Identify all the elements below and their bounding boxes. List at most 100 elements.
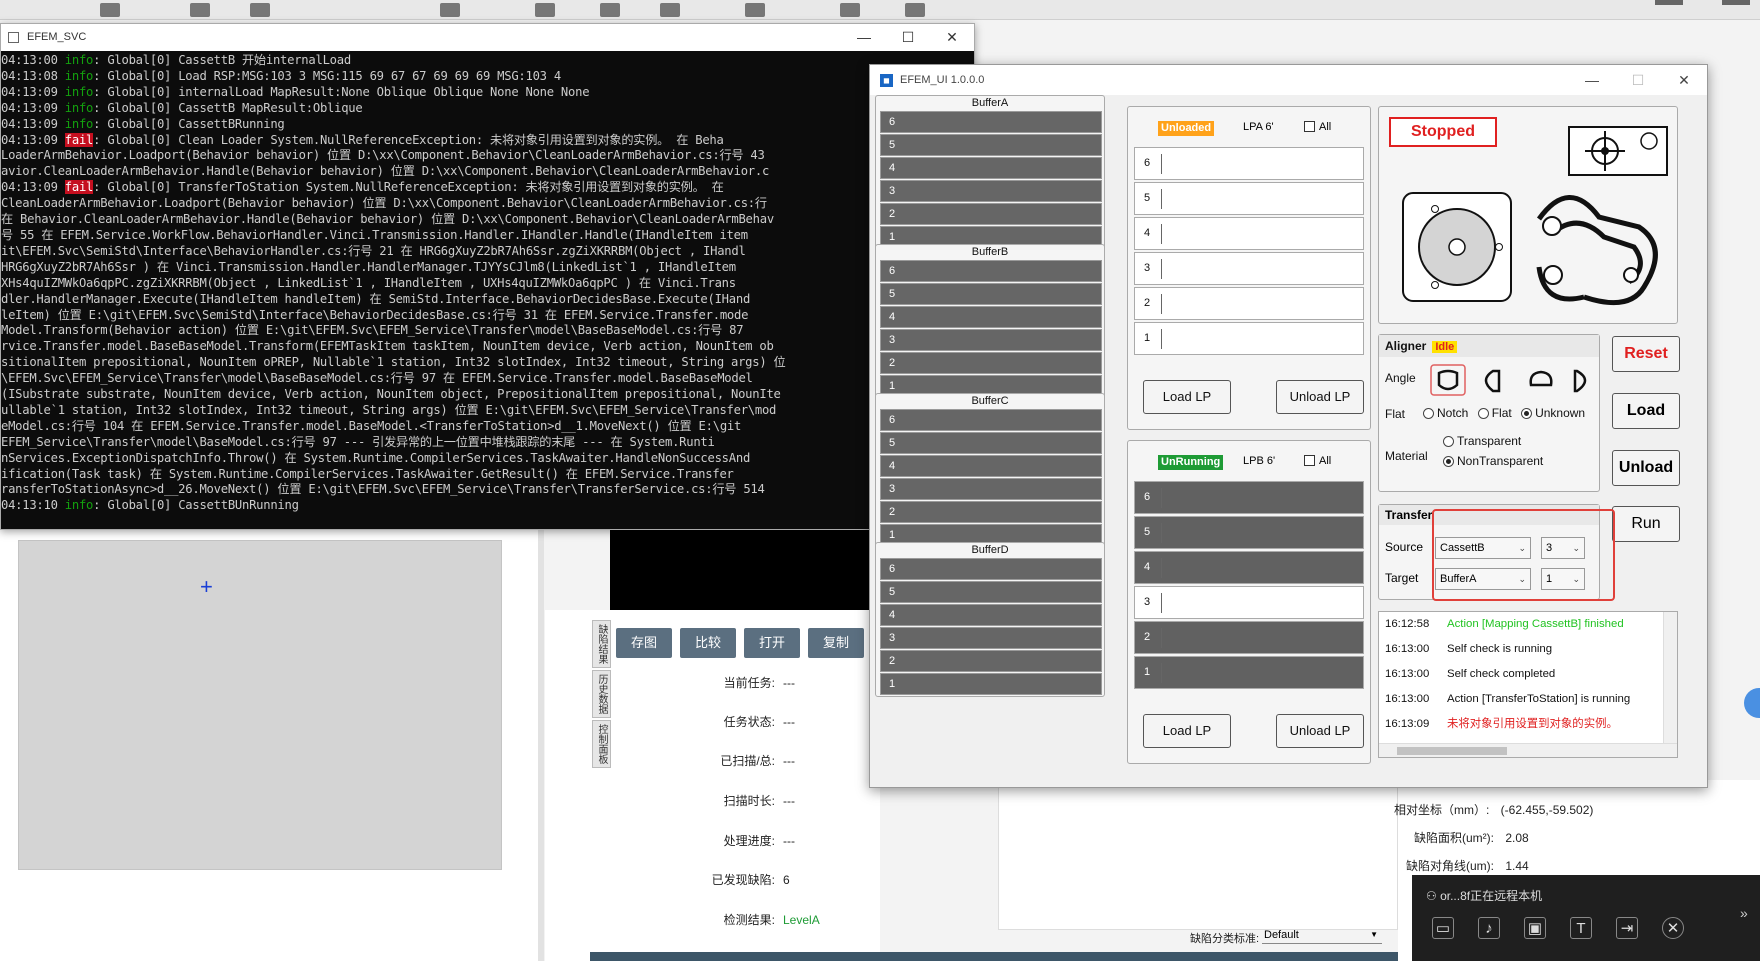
console-line: 04:13:10 info: Global[0] CassettBUnRunni… [1, 498, 974, 514]
buffer-slot[interactable]: 6 [880, 260, 1102, 282]
loadport-slot[interactable]: 6 [1134, 147, 1364, 180]
loadport-slot[interactable]: 5 [1134, 516, 1364, 549]
loadport-a-load-button[interactable]: Load LP [1143, 380, 1231, 414]
step-icon[interactable] [745, 3, 765, 17]
run-button[interactable]: Run [1612, 506, 1680, 542]
loadport-slot[interactable]: 4 [1134, 217, 1364, 250]
buffer-slot[interactable]: 3 [880, 180, 1102, 202]
tab-control-panel[interactable]: 控制面板 [592, 720, 611, 768]
buffer-slot[interactable]: 6 [880, 409, 1102, 431]
buffer-slot[interactable]: 2 [880, 352, 1102, 374]
loadport-b-load-button[interactable]: Load LP [1143, 714, 1231, 748]
slot-number: 6 [1144, 157, 1151, 169]
buffer-slot[interactable]: 5 [880, 134, 1102, 156]
notch-left-icon[interactable] [1484, 369, 1501, 393]
buffer-slot[interactable]: 3 [880, 627, 1102, 649]
microphone-icon[interactable]: ♪ [1478, 917, 1500, 939]
stop-icon[interactable] [600, 3, 620, 17]
loadport-slot[interactable]: 4 [1134, 551, 1364, 584]
flat-option-unknown[interactable]: Unknown [1521, 406, 1585, 420]
close-icon[interactable]: ✕ [1661, 65, 1707, 95]
console-titlebar[interactable]: EFEM_SVC — ☐ ✕ [1, 24, 974, 51]
loadport-slot[interactable]: 2 [1134, 621, 1364, 654]
loadport-slot[interactable]: 3 [1134, 586, 1364, 619]
close-icon[interactable]: ✕ [930, 24, 974, 51]
loadport-slot[interactable]: 5 [1134, 182, 1364, 215]
background-window-control[interactable] [1655, 0, 1683, 5]
chat-icon[interactable]: ▭ [1432, 917, 1454, 939]
reset-button[interactable]: Reset [1612, 336, 1680, 372]
loadport-a-unload-button[interactable]: Unload LP [1276, 380, 1364, 414]
log-horizontal-scrollbar[interactable] [1379, 743, 1677, 757]
display-icon[interactable] [440, 3, 460, 17]
material-option-nontransparent[interactable]: NonTransparent [1443, 454, 1543, 468]
loadport-slot[interactable]: 2 [1134, 287, 1364, 320]
buffer-slot[interactable]: 5 [880, 283, 1102, 305]
tab-defect-results[interactable]: 缺陷结果 [592, 620, 611, 668]
buffer-slot[interactable]: 6 [880, 558, 1102, 580]
minimize-icon[interactable]: — [842, 24, 886, 51]
flat-option-flat[interactable]: Flat [1477, 406, 1512, 420]
list-icon[interactable] [250, 3, 270, 17]
splitter[interactable] [538, 530, 544, 961]
camera-icon[interactable] [100, 3, 120, 17]
expand-icon[interactable]: » [1740, 905, 1748, 921]
briefcase-icon[interactable] [190, 3, 210, 17]
wafer-image-area[interactable] [18, 540, 502, 870]
loadport-slot[interactable]: 6 [1134, 481, 1364, 514]
console-title: EFEM_SVC [27, 31, 87, 43]
flat-radio-group: Notch Flat Unknown [1423, 406, 1585, 420]
defect-standard-select[interactable]: Default ▼ [1262, 926, 1382, 944]
console-message: CleanLoaderArmBehavior.Loadport(Behavior… [1, 196, 767, 211]
buffer-slot[interactable]: 4 [880, 455, 1102, 477]
maximize-icon[interactable]: ☐ [886, 24, 930, 51]
buffer-slot[interactable]: 3 [880, 329, 1102, 351]
efem-titlebar[interactable]: ◼ EFEM_UI 1.0.0.0 — ☐ ✕ [870, 65, 1707, 95]
play-icon[interactable] [535, 3, 555, 17]
buffer-slot[interactable]: 6 [880, 111, 1102, 133]
refresh-icon[interactable] [660, 3, 680, 17]
save-image-button[interactable]: 存图 [616, 628, 672, 658]
copy-button[interactable]: 复制 [808, 628, 864, 658]
buffer-slot[interactable]: 5 [880, 581, 1102, 603]
unload-button[interactable]: Unload [1612, 450, 1680, 486]
log-vertical-scrollbar[interactable] [1663, 612, 1677, 745]
compare-button[interactable]: 比较 [680, 628, 736, 658]
buffer-slot[interactable]: 5 [880, 432, 1102, 454]
user-icon[interactable] [840, 3, 860, 17]
event-log-rows: 16:12:58 Action [Mapping CassettB] finish… [1379, 612, 1677, 737]
loadport-slot[interactable]: 3 [1134, 252, 1364, 285]
buffer-slot[interactable]: 2 [880, 501, 1102, 523]
file-transfer-icon[interactable]: ⇥ [1616, 917, 1638, 939]
close-icon[interactable]: ✕ [1662, 917, 1684, 939]
notch-up-icon[interactable] [1529, 370, 1553, 387]
buffer-slot[interactable]: 1 [880, 673, 1102, 695]
tab-history[interactable]: 历史数据 [592, 670, 611, 718]
console-output[interactable]: 04:13:00 info: Global[0] CassettB 开始inte… [1, 51, 974, 529]
loadport-b-unload-button[interactable]: Unload LP [1276, 714, 1364, 748]
buffer-slot[interactable]: 2 [880, 650, 1102, 672]
loadport-b-all-checkbox[interactable]: All [1304, 455, 1331, 467]
loadport-slot[interactable]: 1 [1134, 656, 1364, 689]
angle-0-option[interactable] [1430, 364, 1466, 396]
help-icon[interactable] [905, 3, 925, 17]
scroll-thumb[interactable] [1397, 747, 1507, 755]
buffer-slot[interactable]: 4 [880, 306, 1102, 328]
load-button[interactable]: Load [1612, 393, 1680, 429]
loadport-slot[interactable]: 1 [1134, 322, 1364, 355]
notch-right-icon[interactable] [1573, 369, 1587, 393]
buffer-slot[interactable]: 4 [880, 157, 1102, 179]
background-window-control[interactable] [1722, 0, 1750, 5]
event-log[interactable]: 16:12:58 Action [Mapping CassettB] finish… [1378, 611, 1678, 758]
material-option-transparent[interactable]: Transparent [1443, 434, 1521, 448]
screen-share-icon[interactable]: ▣ [1524, 917, 1546, 939]
buffer-slot[interactable]: 3 [880, 478, 1102, 500]
open-button[interactable]: 打开 [744, 628, 800, 658]
floating-assistant-icon[interactable] [1744, 688, 1760, 718]
buffer-slot[interactable]: 2 [880, 203, 1102, 225]
buffer-slot[interactable]: 4 [880, 604, 1102, 626]
text-icon[interactable]: T [1570, 917, 1592, 939]
minimize-icon[interactable]: — [1569, 65, 1615, 95]
flat-option-notch[interactable]: Notch [1423, 406, 1468, 420]
loadport-a-all-checkbox[interactable]: All [1304, 121, 1331, 133]
